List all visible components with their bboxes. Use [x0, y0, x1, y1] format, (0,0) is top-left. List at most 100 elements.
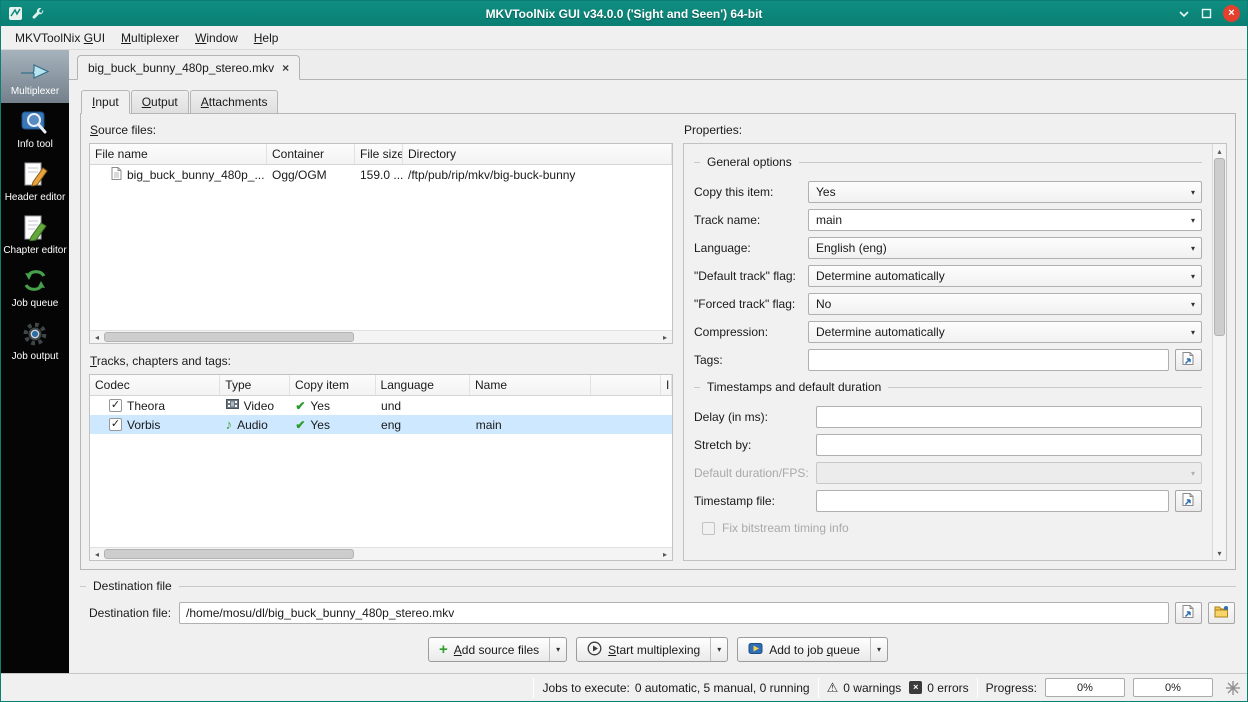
track-name-combo[interactable]: main ▾ [808, 209, 1202, 231]
check-icon: ✔ [295, 398, 306, 413]
forced-track-flag-combo[interactable]: No ▾ [808, 293, 1202, 315]
titlebar[interactable]: MKVToolNix GUI v34.0.0 ('Sight and Seen'… [1, 1, 1247, 26]
wrench-icon [31, 7, 45, 21]
scroll-right-icon[interactable]: ▸ [658, 548, 672, 560]
default-track-flag-combo[interactable]: Determine automatically ▾ [808, 265, 1202, 287]
column-id-partial[interactable]: I [661, 375, 673, 395]
destination-folder-button[interactable] [1208, 602, 1235, 624]
sidebar-item-multiplexer[interactable]: Multiplexer [1, 50, 69, 103]
close-tab-icon[interactable]: × [282, 62, 289, 74]
tracks-header[interactable]: Codec Type Copy item Language Name I [90, 375, 673, 396]
destination-browse-button[interactable] [1175, 602, 1202, 624]
column-type[interactable]: Type [220, 375, 290, 395]
app-icon [8, 6, 23, 21]
track-row-theora[interactable]: ✓ Theora Video ✔ Yes und [90, 396, 672, 415]
add-source-files-menu-button[interactable]: ▾ [550, 638, 566, 661]
chevron-down-icon: ▾ [1190, 243, 1195, 253]
compression-label: Compression: [694, 325, 769, 339]
resize-grip[interactable] [1221, 676, 1245, 700]
scrollbar-handle[interactable] [104, 549, 354, 559]
sidebar-item-job-output[interactable]: Job output [1, 315, 69, 368]
timestamp-file-input[interactable] [816, 490, 1169, 512]
column-language[interactable]: Language [376, 375, 471, 395]
menu-mkvtoolnix-gui[interactable]: MKVToolNix GUI [7, 28, 113, 48]
column-copy-item[interactable]: Copy item [290, 375, 376, 395]
source-files-header[interactable]: File name Container File size Directory [90, 144, 672, 165]
properties-label: Properties: [684, 123, 743, 137]
video-icon [225, 398, 239, 413]
source-files-label: Source files: [90, 123, 157, 137]
sidebar-item-header-editor[interactable]: Header editor [1, 156, 69, 209]
sidebar-item-info-tool[interactable]: Info tool [1, 103, 69, 156]
properties-vscrollbar[interactable]: ▴ ▾ [1212, 144, 1226, 560]
column-codec[interactable]: Codec [90, 375, 221, 395]
default-duration-label: Default duration/FPS: [694, 466, 809, 480]
compression-combo[interactable]: Determine automatically ▾ [808, 321, 1202, 343]
stretch-by-input[interactable] [816, 434, 1202, 456]
column-container[interactable]: Container [267, 144, 355, 164]
scroll-left-icon[interactable]: ◂ [90, 331, 104, 343]
statusbar: Jobs to execute: 0 automatic, 5 manual, … [1, 673, 1247, 701]
column-file-name[interactable]: File name [90, 144, 267, 164]
track-row-vorbis[interactable]: ✓ Vorbis ♪ Audio ✔ Yes eng main [90, 415, 672, 434]
scrollbar-handle[interactable] [1214, 158, 1225, 336]
progress-label: Progress: [985, 680, 1037, 695]
start-multiplexing-button[interactable]: Start multiplexing [577, 638, 712, 661]
circular-arrows-icon [21, 268, 49, 297]
scroll-down-icon[interactable]: ▾ [1213, 546, 1226, 560]
file-tabbar: big_buck_bunny_480p_stereo.mkv × [69, 50, 1247, 80]
delay-input[interactable] [816, 406, 1202, 428]
scroll-left-icon[interactable]: ◂ [90, 548, 104, 560]
tab-input[interactable]: Input [81, 90, 130, 114]
add-to-job-queue-menu-button[interactable]: ▾ [871, 638, 887, 661]
copy-this-item-label: Copy this item: [694, 185, 774, 199]
timestamp-file-browse-button[interactable] [1175, 490, 1202, 512]
tracks-hscrollbar[interactable]: ◂ ▸ [90, 547, 672, 560]
language-combo[interactable]: English (eng) ▾ [808, 237, 1202, 259]
tracks-table: Codec Type Copy item Language Name I ✓ T… [89, 374, 673, 561]
scroll-up-icon[interactable]: ▴ [1213, 144, 1226, 158]
input-tab-frame: Source files: File name Container File s… [80, 113, 1236, 570]
source-file-container: Ogg/OGM [272, 167, 327, 182]
sidebar-item-chapter-editor[interactable]: Chapter editor [1, 209, 69, 262]
tab-attachments[interactable]: Attachments [189, 90, 279, 113]
tags-browse-button[interactable] [1175, 349, 1202, 371]
source-file-directory: /ftp/pub/rip/mkv/big-buck-bunny [408, 167, 576, 182]
destination-file-input[interactable] [179, 602, 1169, 624]
column-file-size[interactable]: File size [355, 144, 403, 164]
default-track-flag-label: "Default track" flag: [694, 269, 796, 283]
add-to-job-queue-split-button: Add to job queue ▾ [737, 637, 888, 662]
scrollbar-handle[interactable] [104, 332, 354, 342]
add-to-job-queue-button[interactable]: Add to job queue [738, 638, 871, 661]
tab-output[interactable]: Output [130, 90, 189, 113]
progress-bar-total: 0% [1133, 678, 1213, 697]
add-to-job-queue-icon [748, 642, 763, 658]
source-file-row[interactable]: big_buck_bunny_480p_... Ogg/OGM 159.0 ..… [90, 165, 672, 184]
tags-label: Tags: [694, 353, 723, 367]
add-source-files-button[interactable]: + Add source files [429, 638, 551, 661]
close-button[interactable]: × [1223, 5, 1240, 22]
track-checkbox[interactable]: ✓ [109, 399, 122, 412]
sidebar-item-job-queue[interactable]: Job queue [1, 262, 69, 315]
menu-help[interactable]: Help [246, 28, 287, 48]
default-duration-combo: ▾ [816, 462, 1202, 484]
menu-window[interactable]: Window [187, 28, 246, 48]
minimize-button[interactable] [1178, 10, 1190, 18]
scroll-right-icon[interactable]: ▸ [658, 331, 672, 343]
audio-icon: ♪ [225, 417, 233, 432]
copy-this-item-combo[interactable]: Yes ▾ [808, 181, 1202, 203]
track-checkbox[interactable]: ✓ [109, 418, 122, 431]
multiplexer-subtabs: Input Output Attachments [80, 90, 1236, 114]
source-files-hscrollbar[interactable]: ◂ ▸ [90, 330, 672, 343]
start-multiplexing-menu-button[interactable]: ▾ [711, 638, 727, 661]
source-file-name: big_buck_bunny_480p_... [127, 167, 265, 182]
column-name[interactable]: Name [470, 375, 592, 395]
tags-input[interactable] [808, 349, 1169, 371]
tracks-label: Tracks, chapters and tags: [90, 354, 231, 368]
file-tab[interactable]: big_buck_bunny_480p_stereo.mkv × [77, 55, 301, 80]
column-blank[interactable] [591, 375, 662, 395]
warning-icon: ⚠ [826, 680, 839, 695]
menu-multiplexer[interactable]: Multiplexer [113, 28, 187, 48]
maximize-button[interactable] [1201, 8, 1212, 19]
column-directory[interactable]: Directory [403, 144, 672, 164]
